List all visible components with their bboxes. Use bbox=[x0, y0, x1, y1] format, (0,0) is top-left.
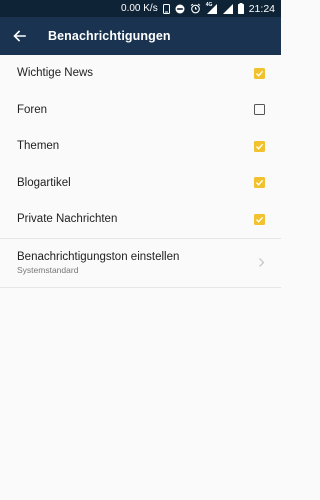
setting-label: Themen bbox=[17, 140, 60, 153]
divider bbox=[0, 286, 281, 288]
network-type-label: 4G bbox=[205, 1, 213, 8]
settings-list: Wichtige News Foren Themen Blogartikel P… bbox=[0, 55, 281, 288]
checkbox-checked[interactable] bbox=[254, 177, 265, 189]
status-bar: 0.00 K/s 4G 21:24 bbox=[0, 0, 281, 17]
setting-label: Foren bbox=[17, 103, 48, 116]
notification-sound-subtitle: Systemstandard bbox=[17, 264, 79, 275]
app-bar: Benachrichtigungen bbox=[0, 17, 281, 55]
setting-row-themen[interactable]: Themen bbox=[0, 128, 281, 165]
checkbox-checked[interactable] bbox=[254, 140, 265, 152]
checkmark-icon bbox=[256, 180, 264, 186]
alarm-icon bbox=[190, 3, 201, 14]
checkbox-checked[interactable] bbox=[254, 213, 265, 225]
notification-sound-row[interactable]: Benachrichtigungston einstellen Systemst… bbox=[0, 239, 281, 287]
setting-label: Private Nachrichten bbox=[17, 213, 118, 226]
setting-label: Blogartikel bbox=[17, 176, 71, 189]
setting-row-blogartikel[interactable]: Blogartikel bbox=[0, 165, 281, 202]
page-title: Benachrichtigungen bbox=[48, 29, 171, 43]
notification-sound-text: Benachrichtigungston einstellen Systemst… bbox=[17, 251, 179, 275]
checkmark-icon bbox=[256, 216, 264, 223]
checkmark-icon bbox=[256, 143, 264, 150]
setting-row-private-nachrichten[interactable]: Private Nachrichten bbox=[0, 201, 281, 238]
notification-sound-title: Benachrichtigungston einstellen bbox=[17, 250, 180, 263]
setting-row-foren[interactable]: Foren bbox=[0, 92, 281, 129]
signal-4g-icon: 4G bbox=[205, 1, 218, 14]
checkbox-checked[interactable] bbox=[254, 67, 265, 79]
setting-label: Wichtige News bbox=[17, 67, 94, 80]
phone-icon bbox=[162, 3, 170, 14]
chevron-right-icon bbox=[259, 258, 265, 267]
signal-icon bbox=[222, 3, 233, 14]
setting-row-wichtige-news[interactable]: Wichtige News bbox=[0, 55, 281, 92]
checkbox-unchecked[interactable] bbox=[254, 104, 265, 116]
arrow-left-icon bbox=[12, 30, 26, 42]
network-speed: 0.00 K/s bbox=[121, 3, 158, 14]
checkmark-icon bbox=[256, 70, 264, 77]
back-button[interactable] bbox=[0, 17, 38, 55]
do-not-disturb-icon bbox=[175, 4, 185, 14]
clock: 21:24 bbox=[248, 2, 275, 15]
battery-icon bbox=[237, 3, 244, 14]
